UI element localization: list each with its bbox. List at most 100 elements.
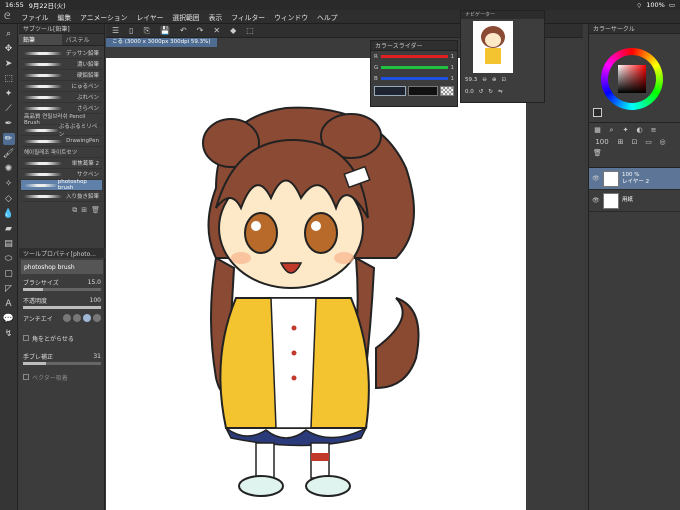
stabilizer-value[interactable]: 31	[93, 353, 101, 360]
undo-icon[interactable]: ↶	[180, 26, 187, 35]
copy-subtool-icon[interactable]: ⧉	[72, 206, 77, 215]
menu-filter[interactable]: フィルター	[231, 12, 265, 22]
flip-icon[interactable]: ⇋	[498, 89, 503, 95]
brush-item[interactable]: 해이필레조 파이트セツ	[21, 147, 102, 158]
zoom-tool-icon[interactable]: ⌕	[3, 28, 15, 40]
menu-selection[interactable]: 選択範囲	[172, 12, 199, 22]
layer-row-selected[interactable]: 👁 100 % レイヤー 2	[589, 168, 680, 190]
zoom-in-icon[interactable]: ⊕	[492, 77, 497, 83]
layer-row[interactable]: 👁 用紙	[589, 190, 680, 212]
tab-pastel[interactable]: パステル	[61, 34, 104, 45]
brush-size-slider[interactable]	[23, 288, 101, 291]
pencil-tool-icon[interactable]: ✏	[2, 133, 15, 145]
rotate-left-icon[interactable]: ↺	[479, 89, 484, 95]
layer-color-icon[interactable]: ◐	[634, 126, 645, 135]
brush-item[interactable]: デッサン鉛筆	[21, 48, 102, 59]
brush-item[interactable]: 単焦葛筆 2	[21, 158, 102, 169]
eraser-icon[interactable]: ◇	[3, 193, 15, 205]
add-subtool-icon[interactable]: ⊞	[81, 206, 87, 215]
open-file-icon[interactable]: ⎘	[144, 26, 150, 36]
select-tool-icon[interactable]: ⬚	[3, 73, 15, 85]
zoom-out-icon[interactable]: ⊖	[482, 77, 487, 83]
aa-medium[interactable]	[83, 314, 91, 322]
transform-icon[interactable]: ⬚	[246, 26, 254, 35]
gradient-icon[interactable]: ▤	[3, 238, 15, 250]
red-slider[interactable]	[380, 55, 448, 58]
menu-view[interactable]: 表示	[209, 12, 223, 22]
layer-opacity-value[interactable]: 100	[592, 138, 612, 146]
ruler-icon[interactable]: ◸	[3, 283, 15, 295]
brush-item[interactable]: 入り抜き鉛筆	[21, 191, 102, 202]
fill-icon[interactable]: ▰	[3, 223, 15, 235]
blue-slider[interactable]	[380, 77, 448, 80]
foreground-color[interactable]	[593, 108, 602, 117]
app-logo-icon[interactable]: ᘓ	[4, 12, 10, 22]
move-tool-icon[interactable]: ✥	[3, 43, 15, 55]
new-raster-layer-icon[interactable]: ⊞	[615, 138, 626, 146]
saturation-value-square[interactable]	[618, 65, 646, 93]
brush-item[interactable]: 濃い鉛筆	[21, 59, 102, 70]
document-tab[interactable]: こる (3000 x 3000px 300dpi 59.3%)	[106, 38, 217, 47]
brush-item-selected[interactable]: photoshop brush	[21, 179, 102, 191]
decoration-icon[interactable]: ✧	[3, 178, 15, 190]
save-icon[interactable]: 💾	[160, 26, 170, 35]
aa-none[interactable]	[63, 314, 71, 322]
aa-strong[interactable]	[93, 314, 101, 322]
sub-color-swatch[interactable]	[408, 86, 438, 96]
object-tool-icon[interactable]: ➤	[3, 58, 15, 70]
correct-line-icon[interactable]: ↯	[3, 328, 15, 340]
opacity-value[interactable]: 100	[90, 297, 101, 304]
green-slider[interactable]	[381, 66, 448, 69]
redo-icon[interactable]: ↷	[197, 26, 204, 35]
brush-size-value[interactable]: 15.0	[88, 279, 101, 286]
brush-tool-icon[interactable]: 🖌	[3, 148, 15, 160]
visibility-eye-icon[interactable]: 👁	[592, 197, 600, 204]
blend-icon[interactable]: 💧	[3, 208, 15, 220]
hamburger-icon[interactable]: ☰	[112, 26, 119, 35]
pen-tool-icon[interactable]: ✒	[3, 118, 15, 130]
menu-file[interactable]: ファイル	[21, 12, 48, 22]
brush-item[interactable]: ぶるぶるミリペン	[21, 124, 102, 138]
layer-blend-icon[interactable]: ≡	[648, 126, 659, 135]
mask-icon[interactable]: ◎	[657, 138, 668, 146]
aa-weak[interactable]	[73, 314, 81, 322]
new-vector-layer-icon[interactable]: ⊡	[629, 138, 640, 146]
tab-pencil[interactable]: 鉛筆	[19, 34, 62, 45]
menu-window[interactable]: ウィンドウ	[274, 12, 308, 22]
brush-item[interactable]: 硬鉛鉛筆	[21, 70, 102, 81]
layer-search-icon[interactable]: ⌕	[606, 126, 617, 135]
text-tool-icon[interactable]: A	[3, 298, 15, 310]
layer-property-icon[interactable]: ▦	[592, 126, 603, 135]
eyedropper-icon[interactable]: ⟋	[3, 103, 15, 115]
rotation-value[interactable]: 0.0	[465, 89, 474, 95]
brush-item[interactable]: にゅるペン	[21, 81, 102, 92]
main-color-swatch[interactable]	[374, 86, 406, 96]
magic-wand-icon[interactable]: ✦	[3, 88, 15, 100]
transparent-swatch[interactable]	[440, 86, 454, 96]
corner-checkbox[interactable]	[23, 334, 29, 341]
balloon-icon[interactable]: 💬	[3, 313, 15, 325]
fit-icon[interactable]: ⊡	[501, 77, 506, 83]
frame-icon[interactable]: ▢	[3, 268, 15, 280]
navigator-thumbnail[interactable]	[473, 21, 513, 73]
menu-help[interactable]: ヘルプ	[317, 12, 337, 22]
clear-icon[interactable]: ✕	[213, 26, 220, 35]
delete-layer-icon[interactable]: 🗑	[592, 149, 603, 157]
new-file-icon[interactable]: ▯	[129, 26, 133, 35]
brush-item[interactable]: ぶれペン	[21, 92, 102, 103]
new-folder-icon[interactable]: ▭	[643, 138, 654, 146]
stabilizer-slider[interactable]	[23, 362, 101, 365]
zoom-value[interactable]: 59.3	[465, 77, 477, 83]
rotate-right-icon[interactable]: ↻	[488, 89, 493, 95]
airbrush-icon[interactable]: ✺	[3, 163, 15, 175]
opacity-slider[interactable]	[23, 306, 101, 309]
visibility-eye-icon[interactable]: 👁	[592, 175, 600, 182]
drawing-canvas[interactable]	[106, 58, 526, 510]
vector-checkbox[interactable]	[23, 373, 29, 380]
fill-selection-icon[interactable]: ◆	[230, 26, 236, 35]
menu-layer[interactable]: レイヤー	[136, 12, 163, 22]
menu-animation[interactable]: アニメーション	[80, 12, 127, 22]
layer-effect-icon[interactable]: ✦	[620, 126, 631, 135]
delete-subtool-icon[interactable]: 🗑	[91, 206, 100, 215]
menu-edit[interactable]: 編集	[58, 12, 72, 22]
